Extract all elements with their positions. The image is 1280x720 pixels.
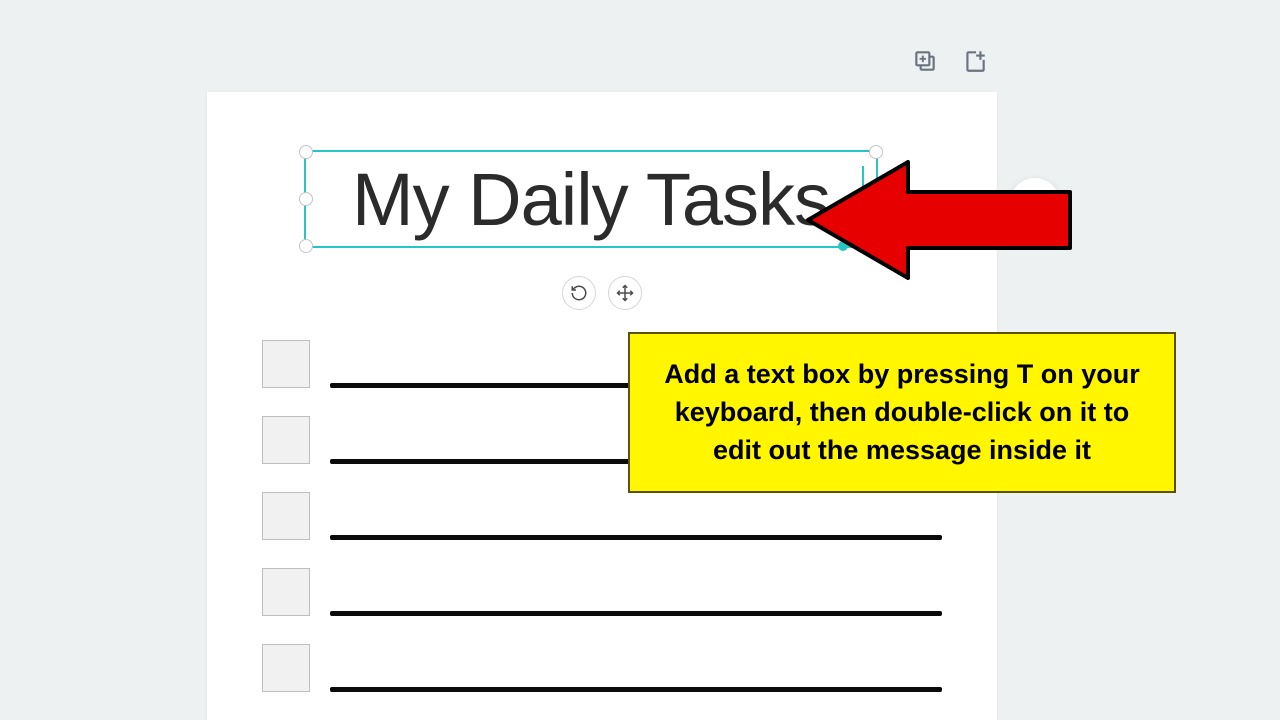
checklist-row xyxy=(262,644,942,692)
checkbox[interactable] xyxy=(262,492,310,540)
checkbox[interactable] xyxy=(262,568,310,616)
task-line xyxy=(330,535,942,540)
checkbox[interactable] xyxy=(262,644,310,692)
add-page-button[interactable] xyxy=(1010,178,1060,228)
task-line xyxy=(330,687,942,692)
checklist-row xyxy=(262,492,942,540)
move-button[interactable] xyxy=(608,276,642,310)
tooltip-text: Add a text box by pressing T on your key… xyxy=(664,359,1140,465)
toolbar-top xyxy=(912,48,988,74)
task-line xyxy=(330,611,942,616)
textbox-selected[interactable]: My Daily Tasks xyxy=(304,150,878,248)
checklist-row xyxy=(262,568,942,616)
instruction-tooltip: Add a text box by pressing T on your key… xyxy=(628,332,1176,493)
rotate-button[interactable] xyxy=(562,276,596,310)
checkbox[interactable] xyxy=(262,416,310,464)
duplicate-icon[interactable] xyxy=(912,48,938,74)
textbox-controls xyxy=(562,276,642,310)
checkbox[interactable] xyxy=(262,340,310,388)
new-page-icon[interactable] xyxy=(962,48,988,74)
text-cursor xyxy=(862,166,864,232)
textbox-text[interactable]: My Daily Tasks xyxy=(304,150,878,248)
